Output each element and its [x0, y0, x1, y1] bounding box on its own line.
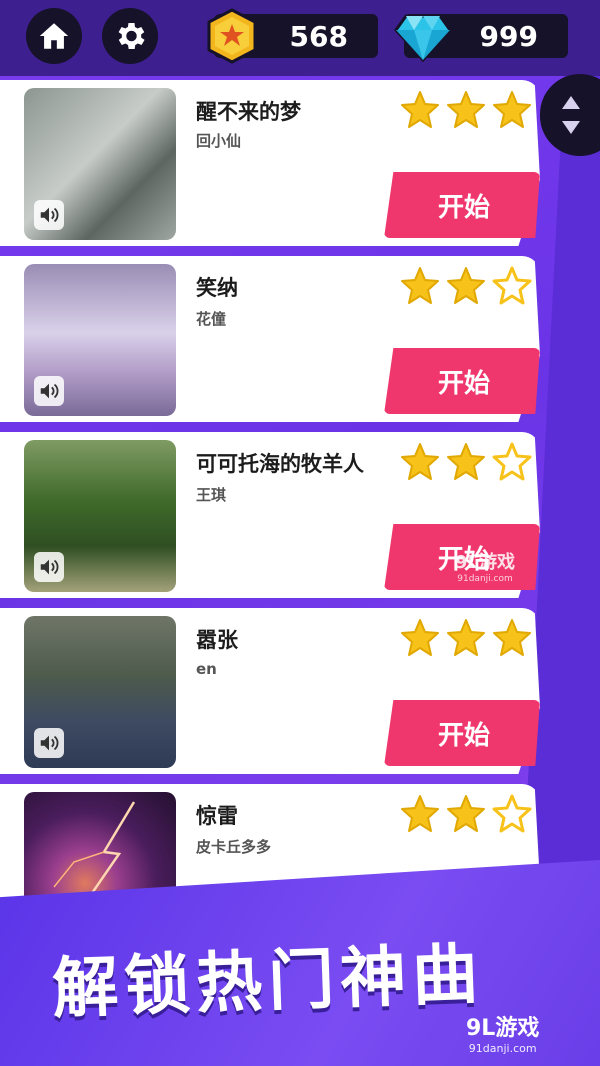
start-button[interactable]: 开始: [384, 172, 540, 238]
speaker-icon: [40, 207, 59, 223]
star-rating: [400, 618, 532, 658]
star-filled-icon: [447, 795, 485, 832]
star-filled-icon: [447, 267, 485, 304]
star-empty-icon: [492, 794, 532, 833]
home-icon: [39, 23, 69, 49]
song-thumbnail[interactable]: [24, 264, 176, 416]
song-title: 醒不来的梦: [196, 100, 301, 124]
sound-button[interactable]: [34, 376, 64, 406]
speaker-icon: [40, 383, 59, 399]
speaker-icon: [40, 735, 59, 751]
star-filled-icon: [447, 91, 485, 128]
coin-count: 568: [289, 19, 348, 53]
song-artist: 皮卡丘多多: [196, 838, 272, 856]
song-thumbnail[interactable]: [24, 440, 176, 592]
scroll-handle[interactable]: [540, 74, 600, 156]
song-artist: 花僮: [196, 310, 227, 328]
star-filled-icon: [401, 267, 439, 304]
banner-text: 解锁热门神曲: [50, 935, 486, 1028]
sound-button[interactable]: [34, 552, 64, 582]
star-filled-icon: [493, 91, 531, 128]
song-artist: en: [196, 660, 217, 678]
song-thumbnail[interactable]: [24, 88, 176, 240]
star-filled-icon: [401, 443, 439, 480]
star-rating: [400, 794, 532, 834]
star-filled-icon: [401, 619, 439, 656]
watermark-url: 91danji.com: [457, 574, 513, 584]
watermark: 9L游戏 91danji.com: [466, 1010, 539, 1055]
arrow-up-icon[interactable]: [562, 96, 580, 109]
settings-button[interactable]: [102, 8, 158, 64]
watermark-logo: 9L游戏: [455, 552, 515, 573]
start-button[interactable]: 开始: [384, 700, 540, 766]
diamond-icon: [394, 14, 452, 63]
star-filled-icon: [401, 795, 439, 832]
song-artist: 回小仙: [196, 132, 242, 150]
top-bar: 568 999: [0, 0, 600, 76]
start-button[interactable]: 开始: [384, 348, 540, 414]
star-filled-icon: [493, 619, 531, 656]
song-artist: 王琪: [196, 486, 227, 504]
song-title: 可可托海的牧羊人: [196, 452, 364, 476]
star-filled-icon: [401, 91, 439, 128]
coin-icon: [207, 8, 257, 64]
gear-icon: [118, 22, 145, 50]
song-title: 惊雷: [196, 804, 238, 828]
star-filled-icon: [447, 619, 485, 656]
watermark-url: 91danji.com: [468, 1042, 537, 1055]
gem-count: 999: [479, 19, 538, 53]
song-thumbnail[interactable]: [24, 616, 176, 768]
star-rating: [400, 442, 532, 482]
star-empty-icon: [492, 266, 532, 305]
watermark-logo: 9L游戏: [466, 1016, 540, 1041]
arrow-down-icon[interactable]: [562, 121, 580, 134]
star-rating: [400, 90, 532, 130]
home-button[interactable]: [26, 8, 82, 64]
star-empty-icon: [492, 442, 532, 481]
star-filled-icon: [447, 443, 485, 480]
speaker-icon: [40, 559, 59, 575]
song-title: 嚣张: [196, 628, 238, 652]
song-title: 笑纳: [196, 276, 238, 300]
sound-button[interactable]: [34, 200, 64, 230]
watermark: 9L游戏 91danji.com: [455, 548, 515, 584]
star-rating: [400, 266, 532, 306]
sound-button[interactable]: [34, 728, 64, 758]
